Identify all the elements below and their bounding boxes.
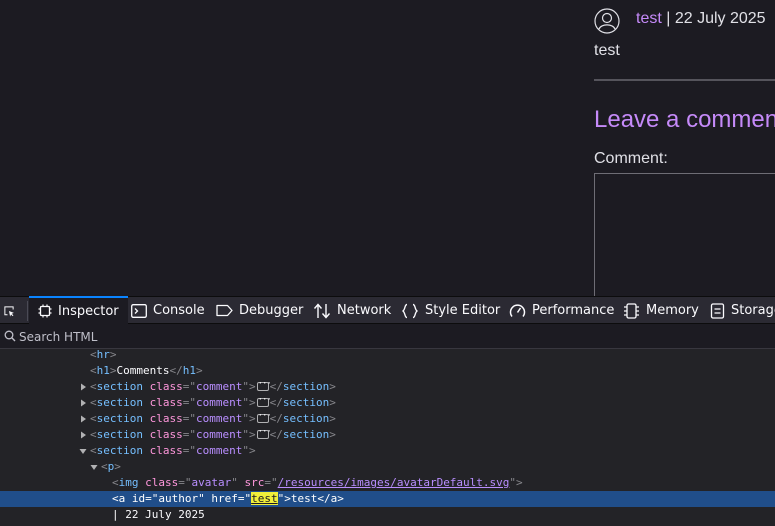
page-viewport: test | 22 July 2025 test Leave a comment… (0, 0, 775, 296)
collapsed-children-badge[interactable] (256, 424, 271, 440)
markup-view: <hr> <h1>Comments</h1> <section class="c… (0, 349, 775, 526)
comment-divider (594, 79, 775, 81)
collapsed-children-badge[interactable] (256, 376, 271, 392)
search-bar (0, 324, 775, 349)
author-link[interactable]: test (636, 10, 662, 27)
tab-debugger[interactable]: Debugger (216, 297, 303, 324)
tab-performance[interactable]: Performance (509, 297, 614, 324)
style-editor-icon (401, 303, 419, 318)
comment-meta: test | 22 July 2025 (636, 10, 766, 28)
markup-row-section[interactable]: <section class="comment"></section> (0, 424, 775, 443)
tab-label: Inspector (58, 303, 119, 319)
markup-row-section-expanded[interactable]: <section class="comment"> (0, 443, 775, 459)
comment-body: test (594, 42, 620, 59)
tab-label: Network (337, 303, 392, 318)
markup-row-section[interactable]: <section class="comment"></section> (0, 392, 775, 411)
markup-row-section[interactable]: <section class="comment"></section> (0, 408, 775, 427)
comment-textarea[interactable] (594, 173, 775, 296)
avatar-icon (594, 8, 620, 34)
toolbar-separator (27, 301, 28, 321)
comment-date: | 22 July 2025 (661, 10, 766, 27)
collapsed-children-badge[interactable] (256, 392, 271, 408)
element-picker-button[interactable] (3, 297, 21, 324)
collapse-arrow-icon[interactable] (78, 443, 88, 459)
tab-inspector[interactable]: Inspector (29, 296, 128, 324)
tab-style-editor[interactable]: Style Editor (401, 297, 500, 324)
markup-row-h1[interactable]: <h1>Comments</h1> (0, 363, 775, 379)
leave-comment-heading: Leave a comment (594, 106, 775, 133)
collapsed-children-badge[interactable] (256, 408, 271, 424)
tab-label: Debugger (239, 303, 304, 318)
markup-row-section[interactable]: <section class="comment"></section> (0, 376, 775, 395)
markup-row-p[interactable]: <p> (0, 459, 775, 475)
markup-row-text[interactable]: | 22 July 2025 (0, 507, 775, 523)
expand-arrow-icon[interactable] (79, 427, 89, 443)
expand-arrow-icon[interactable] (79, 395, 89, 411)
comment-label: Comment: (594, 150, 668, 167)
markup-row-img[interactable]: <img class="avatar" src="/resources/imag… (0, 475, 775, 491)
performance-icon (509, 304, 526, 317)
tab-console[interactable]: Console (131, 297, 205, 324)
tab-label: Console (153, 303, 205, 318)
tab-network[interactable]: Network (313, 297, 391, 324)
search-html-input[interactable] (19, 328, 759, 345)
storage-icon (710, 302, 725, 319)
collapse-arrow-icon[interactable] (89, 459, 99, 475)
markup-row-hr[interactable]: <hr> (0, 349, 775, 363)
tab-storage[interactable]: Storage (710, 297, 775, 324)
expand-arrow-icon[interactable] (79, 411, 89, 427)
tab-label: Memory (646, 303, 699, 318)
markup-row-a-selected[interactable]: <a id="author" href="test">test</a> (0, 491, 775, 507)
element-picker-icon (4, 305, 14, 317)
href-link[interactable]: test (251, 492, 278, 505)
tab-label: Performance (532, 303, 615, 318)
inspector-icon (38, 304, 52, 318)
memory-icon (624, 302, 639, 319)
tab-label: Storage (731, 303, 775, 318)
tab-label: Style Editor (425, 303, 501, 318)
src-link[interactable]: /resources/images/avatarDefault.svg (278, 476, 510, 489)
devtools-toolbar: Inspector Console Debugger Network Style… (0, 296, 775, 324)
debugger-icon (216, 304, 233, 317)
console-icon (131, 303, 147, 318)
network-icon (313, 302, 331, 319)
expand-arrow-icon[interactable] (79, 379, 89, 395)
tab-memory[interactable]: Memory (623, 297, 699, 324)
search-icon (4, 330, 16, 342)
